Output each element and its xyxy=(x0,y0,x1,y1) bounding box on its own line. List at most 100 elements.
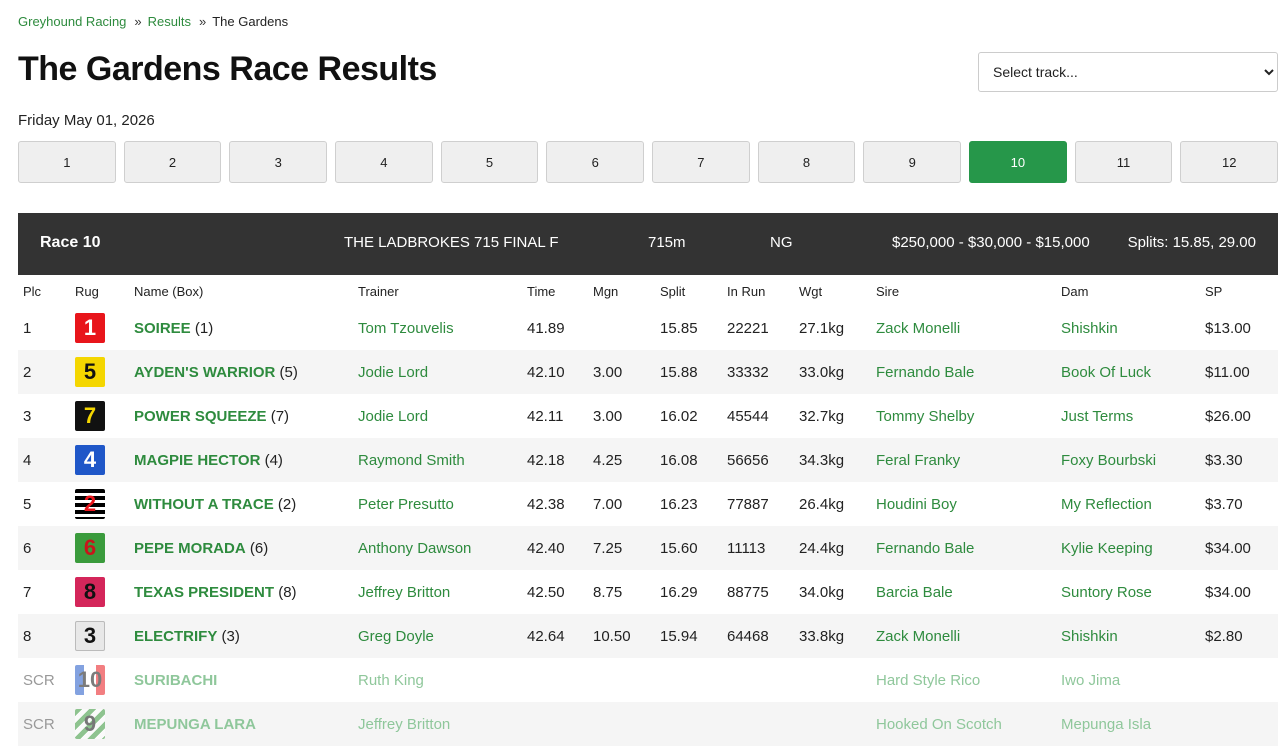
cell-dam-value[interactable]: Foxy Bourbski xyxy=(1061,452,1156,469)
cell-dam-value[interactable]: Suntory Rose xyxy=(1061,584,1152,601)
table-row: 3 7 POWER SQUEEZE (7) Jodie Lord 42.11 3.00 16… xyxy=(18,394,1278,438)
cell-trainer-value[interactable]: Jodie Lord xyxy=(358,364,428,381)
cell-dam-value[interactable]: Mepunga Isla xyxy=(1061,716,1151,733)
race-tab-6[interactable]: 6 xyxy=(546,141,645,183)
cell-sire-value[interactable]: Zack Monelli xyxy=(876,628,960,645)
race-tab-10[interactable]: 10 xyxy=(969,141,1067,183)
cell-in-run: 33332 xyxy=(722,350,794,394)
cell-margin: 10.50 xyxy=(588,614,655,658)
race-tab-2[interactable]: 2 xyxy=(123,141,222,183)
cell-split: 16.08 xyxy=(655,438,722,482)
column-header-dam: Dam xyxy=(1061,283,1089,299)
greyhound-name-link[interactable]: WITHOUT A TRACE xyxy=(134,496,274,513)
cell-dam: Suntory Rose xyxy=(1056,570,1200,614)
cell-sire: Houdini Boy xyxy=(871,482,1056,526)
greyhound-name-link[interactable]: TEXAS PRESIDENT xyxy=(134,584,274,601)
cell-time-value: 41.89 xyxy=(527,319,565,337)
cell-sire-value[interactable]: Zack Monelli xyxy=(876,320,960,337)
greyhound-name-link[interactable]: ELECTRIFY xyxy=(134,628,217,645)
cell-dam: Iwo Jima xyxy=(1056,658,1200,702)
cell-margin-value: 7.00 xyxy=(593,495,623,513)
cell-dam-value[interactable]: Iwo Jima xyxy=(1061,672,1120,689)
cell-split: 16.29 xyxy=(655,570,722,614)
cell-place-value: SCR xyxy=(23,715,55,733)
cell-margin-value: 7.25 xyxy=(593,539,623,557)
cell-place-value: 2 xyxy=(23,363,32,381)
cell-dam-value[interactable]: Kylie Keeping xyxy=(1061,540,1153,557)
cell-time-value: 42.11 xyxy=(527,407,564,425)
greyhound-name-link[interactable]: PEPE MORADA xyxy=(134,540,246,557)
cell-trainer-value[interactable]: Jeffrey Britton xyxy=(358,716,450,733)
cell-place: 3 xyxy=(18,394,70,438)
cell-dam-value[interactable]: Shishkin xyxy=(1061,320,1118,337)
cell-sire-value[interactable]: Feral Franky xyxy=(876,452,960,469)
table-row: 6 6 PEPE MORADA (6) Anthony Dawson 42.40 7.25… xyxy=(18,526,1278,570)
cell-sp: $2.80 xyxy=(1200,614,1278,658)
race-tab-11[interactable]: 11 xyxy=(1074,141,1173,183)
race-tab-7[interactable]: 7 xyxy=(652,141,750,183)
column-header-name: Name (Box) xyxy=(134,283,204,299)
cell-split-value: 16.23 xyxy=(660,495,698,513)
cell-dam-value[interactable]: My Reflection xyxy=(1061,496,1152,513)
cell-weight: 27.1kg xyxy=(794,306,871,350)
cell-sire-value[interactable]: Fernando Bale xyxy=(876,540,974,557)
cell-time: 42.11 xyxy=(522,394,588,438)
cell-trainer: Jeffrey Britton xyxy=(353,570,522,614)
race-tab-3[interactable]: 3 xyxy=(229,141,328,183)
cell-sp-value: $34.00 xyxy=(1205,539,1251,557)
breadcrumb-home-link[interactable]: Greyhound Racing xyxy=(18,14,126,29)
cell-trainer-value[interactable]: Peter Presutto xyxy=(358,496,454,513)
cell-split-value: 15.85 xyxy=(660,319,698,337)
breadcrumb: Greyhound Racing » Results » The Gardens xyxy=(18,14,288,29)
race-tabs: 1 2 3 4 5 6 7 8 9 10 11 12 xyxy=(18,141,1279,183)
race-tab-9[interactable]: 9 xyxy=(863,141,962,183)
greyhound-name-link[interactable]: AYDEN'S WARRIOR xyxy=(134,364,275,381)
cell-sire: Fernando Bale xyxy=(871,526,1056,570)
cell-rug: 4 xyxy=(70,438,129,482)
breadcrumb-results-link[interactable]: Results xyxy=(148,14,191,29)
greyhound-name-link[interactable]: MAGPIE HECTOR xyxy=(134,452,260,469)
race-tab-5[interactable]: 5 xyxy=(440,141,539,183)
cell-dam-value[interactable]: Shishkin xyxy=(1061,628,1118,645)
cell-place-value: 3 xyxy=(23,407,32,425)
cell-time xyxy=(522,702,588,746)
cell-place-value: 8 xyxy=(23,627,32,645)
cell-trainer-value[interactable]: Greg Doyle xyxy=(358,628,434,645)
cell-trainer-value[interactable]: Tom Tzouvelis xyxy=(358,320,454,337)
cell-sire-value[interactable]: Hooked On Scotch xyxy=(876,716,1002,733)
cell-sire-value[interactable]: Houdini Boy xyxy=(876,496,957,513)
cell-trainer: Ruth King xyxy=(353,658,522,702)
cell-trainer: Greg Doyle xyxy=(353,614,522,658)
race-tab-8[interactable]: 8 xyxy=(757,141,856,183)
cell-trainer-value[interactable]: Jodie Lord xyxy=(358,408,428,425)
cell-trainer-value[interactable]: Ruth King xyxy=(358,672,424,689)
cell-sire-value[interactable]: Tommy Shelby xyxy=(876,408,974,425)
cell-dam-value[interactable]: Just Terms xyxy=(1061,408,1133,425)
cell-name: AYDEN'S WARRIOR (5) xyxy=(129,350,353,394)
race-tab-4[interactable]: 4 xyxy=(335,141,433,183)
cell-place: 8 xyxy=(18,614,70,658)
greyhound-name-link[interactable]: SURIBACHI xyxy=(134,672,217,689)
cell-weight-value: 34.0kg xyxy=(799,583,845,601)
cell-dam: Book Of Luck xyxy=(1056,350,1200,394)
cell-sire-value[interactable]: Hard Style Rico xyxy=(876,672,980,689)
cell-weight: 33.0kg xyxy=(794,350,871,394)
race-tab-1[interactable]: 1 xyxy=(18,141,116,183)
greyhound-name-link[interactable]: SOIREE xyxy=(134,320,191,337)
cell-sire: Zack Monelli xyxy=(871,306,1056,350)
cell-trainer-value[interactable]: Jeffrey Britton xyxy=(358,584,450,601)
cell-name: MAGPIE HECTOR (4) xyxy=(129,438,353,482)
cell-trainer: Jodie Lord xyxy=(353,394,522,438)
cell-trainer: Tom Tzouvelis xyxy=(353,306,522,350)
track-select[interactable]: Select track... xyxy=(978,52,1278,92)
cell-sire-value[interactable]: Fernando Bale xyxy=(876,364,974,381)
cell-trainer-value[interactable]: Raymond Smith xyxy=(358,452,465,469)
greyhound-name-link[interactable]: MEPUNGA LARA xyxy=(134,716,256,733)
cell-trainer-value[interactable]: Anthony Dawson xyxy=(358,540,471,557)
box-number: (8) xyxy=(278,583,297,601)
cell-sire-value[interactable]: Barcia Bale xyxy=(876,584,953,601)
race-tab-12[interactable]: 12 xyxy=(1180,141,1279,183)
greyhound-name-link[interactable]: POWER SQUEEZE xyxy=(134,408,267,425)
cell-name: WITHOUT A TRACE (2) xyxy=(129,482,353,526)
cell-dam-value[interactable]: Book Of Luck xyxy=(1061,364,1151,381)
